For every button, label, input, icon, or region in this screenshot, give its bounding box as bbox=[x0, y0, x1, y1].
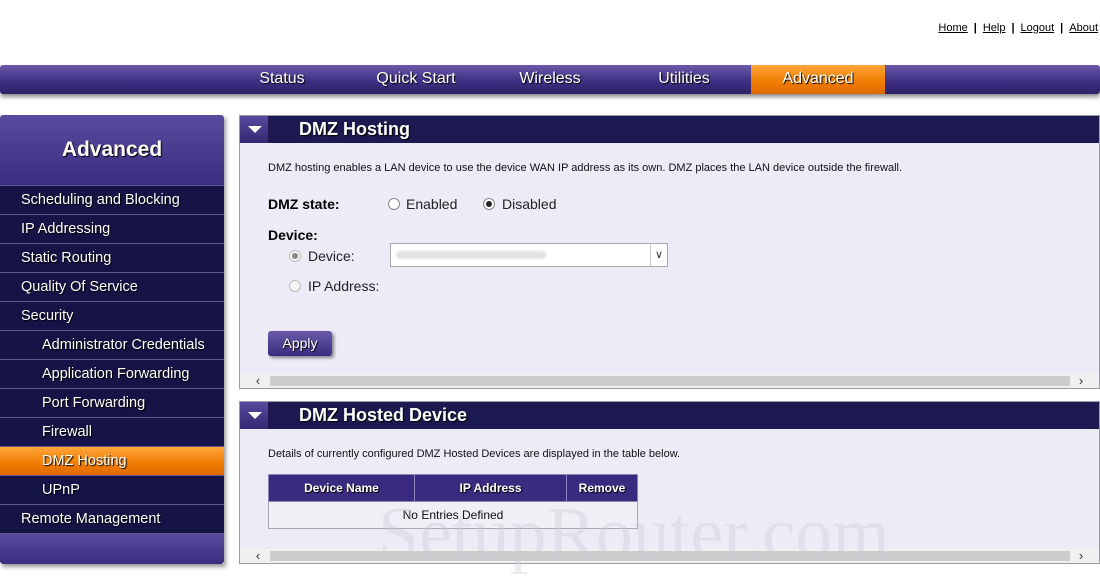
triangle-down-icon bbox=[248, 412, 262, 419]
column-header-device-name: Device Name bbox=[268, 474, 415, 502]
panel-header: DMZ Hosting bbox=[240, 116, 1099, 143]
sidebar-title: Advanced bbox=[0, 115, 224, 185]
sidebar: Advanced Scheduling and Blocking IP Addr… bbox=[0, 115, 224, 564]
scroll-right-icon[interactable]: › bbox=[1073, 549, 1089, 563]
enabled-radio-label: Enabled bbox=[406, 196, 458, 212]
device-select[interactable]: ∨ bbox=[390, 243, 668, 267]
column-header-ip-address: IP Address bbox=[414, 474, 567, 502]
sidebar-item-firewall[interactable]: Firewall bbox=[0, 417, 224, 446]
dmz-hosting-panel: DMZ Hosting DMZ hosting enables a LAN de… bbox=[239, 115, 1100, 389]
scroll-thumb[interactable] bbox=[270, 376, 1070, 386]
panel-title: DMZ Hosted Device bbox=[299, 405, 468, 425]
sidebar-item-security[interactable]: Security bbox=[0, 301, 224, 330]
scroll-left-icon[interactable]: ‹ bbox=[250, 549, 266, 563]
logout-link[interactable]: Logout bbox=[1021, 22, 1055, 34]
empty-table-message: No Entries Defined bbox=[268, 501, 638, 529]
apply-button[interactable]: Apply bbox=[268, 331, 332, 356]
scroll-left-icon[interactable]: ‹ bbox=[250, 374, 266, 388]
nav-tab-wireless[interactable]: Wireless bbox=[486, 65, 614, 94]
separator: | bbox=[1011, 22, 1015, 34]
nav-tab-advanced[interactable]: Advanced bbox=[751, 65, 885, 94]
sidebar-item-remote-management[interactable]: Remote Management bbox=[0, 504, 224, 533]
panel-header: DMZ Hosted Device bbox=[240, 402, 1099, 429]
nav-tab-quick-start[interactable]: Quick Start bbox=[352, 65, 480, 94]
device-label: Device: bbox=[268, 227, 318, 243]
about-link[interactable]: About bbox=[1069, 22, 1098, 34]
home-link[interactable]: Home bbox=[938, 22, 967, 34]
sidebar-item-ip-addressing[interactable]: IP Addressing bbox=[0, 214, 224, 243]
device-option-radio[interactable] bbox=[289, 250, 301, 262]
ip-address-option-radio[interactable] bbox=[289, 280, 301, 292]
dmz-hosted-device-panel: DMZ Hosted Device Details of currently c… bbox=[239, 401, 1100, 564]
dmz-state-label: DMZ state: bbox=[268, 196, 340, 212]
ip-address-option-label: IP Address: bbox=[308, 278, 380, 294]
main-nav: Status Quick Start Wireless Utilities Ad… bbox=[0, 65, 1100, 94]
hosted-devices-table: Device Name IP Address Remove No Entries… bbox=[268, 474, 638, 529]
triangle-down-icon bbox=[248, 126, 262, 133]
separator: | bbox=[1060, 22, 1064, 34]
table-row: No Entries Defined bbox=[268, 501, 638, 529]
enabled-radio[interactable] bbox=[388, 198, 400, 210]
nav-tab-utilities[interactable]: Utilities bbox=[620, 65, 748, 94]
horizontal-scrollbar[interactable]: ‹ › bbox=[240, 549, 1099, 563]
disabled-radio-label: Disabled bbox=[502, 196, 557, 212]
disabled-radio[interactable] bbox=[483, 198, 495, 210]
table-header-row: Device Name IP Address Remove bbox=[268, 474, 638, 502]
scroll-thumb[interactable] bbox=[270, 551, 1070, 561]
sidebar-item-administrator-credentials[interactable]: Administrator Credentials bbox=[0, 330, 224, 359]
sidebar-item-static-routing[interactable]: Static Routing bbox=[0, 243, 224, 272]
separator: | bbox=[973, 22, 977, 34]
help-link[interactable]: Help bbox=[983, 22, 1006, 34]
panel-description: Details of currently configured DMZ Host… bbox=[268, 448, 681, 460]
sidebar-item-port-forwarding[interactable]: Port Forwarding bbox=[0, 388, 224, 417]
panel-description: DMZ hosting enables a LAN device to use … bbox=[268, 162, 903, 174]
sidebar-item-dmz-hosting[interactable]: DMZ Hosting bbox=[0, 446, 224, 475]
top-links: Home | Help | Logout | About bbox=[938, 22, 1098, 34]
collapse-toggle-button[interactable] bbox=[240, 116, 268, 143]
sidebar-footer bbox=[0, 533, 224, 564]
device-option-label: Device: bbox=[308, 248, 355, 264]
scroll-right-icon[interactable]: › bbox=[1073, 374, 1089, 388]
nav-tab-status[interactable]: Status bbox=[224, 65, 340, 94]
sidebar-item-scheduling-and-blocking[interactable]: Scheduling and Blocking bbox=[0, 185, 224, 214]
sidebar-item-quality-of-service[interactable]: Quality Of Service bbox=[0, 272, 224, 301]
chevron-down-icon: ∨ bbox=[650, 244, 667, 266]
sidebar-item-application-forwarding[interactable]: Application Forwarding bbox=[0, 359, 224, 388]
collapse-toggle-button[interactable] bbox=[240, 402, 268, 429]
column-header-remove: Remove bbox=[566, 474, 638, 502]
device-select-value bbox=[396, 251, 546, 259]
panel-title: DMZ Hosting bbox=[299, 119, 410, 139]
sidebar-item-upnp[interactable]: UPnP bbox=[0, 475, 224, 504]
horizontal-scrollbar[interactable]: ‹ › bbox=[240, 374, 1099, 388]
